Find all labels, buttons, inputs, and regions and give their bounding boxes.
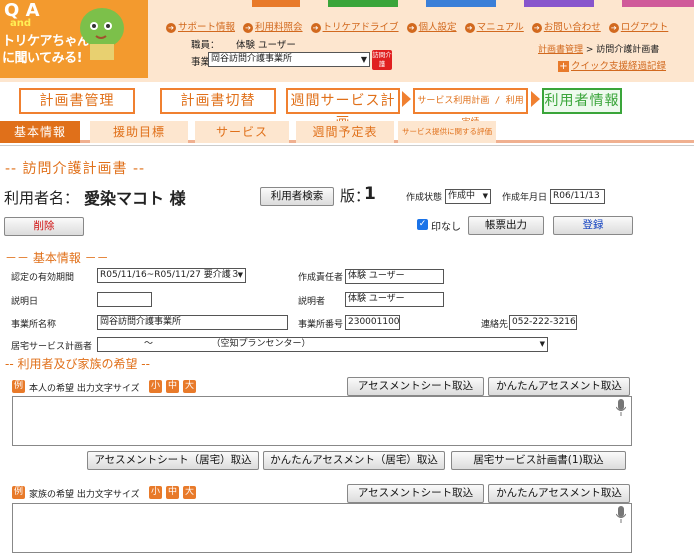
contact-label: 連絡先 xyxy=(481,320,509,330)
assessment-import-button[interactable]: アセスメントシート取込 xyxy=(347,484,484,503)
weekly-plan-button[interactable]: 週間サービス計画 xyxy=(286,88,400,131)
tab-weekly[interactable]: 週間予定表 xyxy=(296,121,394,143)
version-value: 1 xyxy=(364,184,376,204)
header-color-bar xyxy=(150,0,694,7)
explain-date-input[interactable] xyxy=(97,292,152,307)
print-button[interactable]: 帳票出力 xyxy=(468,216,544,235)
user-name-label: 利用者名： xyxy=(4,189,80,207)
tab-basic[interactable]: 基本情報 xyxy=(0,121,80,143)
user-search-button[interactable]: 利用者検索 xyxy=(260,187,334,206)
size-large-button[interactable]: 大 xyxy=(183,486,196,499)
user-info-button[interactable]: 利用者情報 xyxy=(542,88,622,114)
qa-logo[interactable]: Q A and トリケアちゃん に聞いてみる! xyxy=(0,0,148,78)
explainer-input[interactable]: 体験 ユーザー xyxy=(345,292,444,307)
logo-and-text: and xyxy=(10,18,32,29)
date-label: 作成年月日 xyxy=(502,193,548,203)
explain-date-label: 説明日 xyxy=(11,297,39,307)
drive-link[interactable]: トリケアドライブ xyxy=(311,19,399,33)
size-medium-button[interactable]: 中 xyxy=(166,486,179,499)
manual-link[interactable]: マニュアル xyxy=(465,19,524,33)
quick-record-link[interactable]: クイック支援経過記録 xyxy=(558,58,666,72)
wishes-heading: -- 利用者及び家族の希望 -- xyxy=(5,357,150,371)
fee-link[interactable]: 利用料照会 xyxy=(243,19,303,33)
arrow-icon xyxy=(531,91,540,107)
period-select[interactable]: R05/11/16~R05/11/27 要介護３ xyxy=(97,268,246,283)
user-name: 愛染マコト 様 xyxy=(84,189,186,208)
usage-plan-button[interactable]: サービス利用計画 / 利用実績 xyxy=(413,88,528,128)
top-links: サポート情報 利用料照会 トリケアドライブ 個人設定 マニュアル お問い合わせ … xyxy=(166,19,668,33)
plan-mgmt-button[interactable]: 計画書管理 xyxy=(19,88,135,114)
creator-input[interactable]: 体験 ユーザー xyxy=(345,269,444,284)
status-select[interactable]: 作成中 xyxy=(445,189,491,204)
office-name-label: 事業所名称 xyxy=(11,320,57,330)
no-seal-checkbox[interactable]: ✓ xyxy=(417,219,428,230)
contact-input[interactable]: 052-222-3216 xyxy=(509,315,577,330)
office-no-input[interactable]: 2300011002 xyxy=(345,315,400,330)
period-label: 認定の有効期間 xyxy=(11,273,75,283)
date-input[interactable]: R06/11/13 xyxy=(550,189,605,204)
self-wish-label: 本人の希望 出力文字サイズ xyxy=(29,384,140,394)
family-wish-label: 家族の希望 出力文字サイズ xyxy=(29,490,140,500)
divider xyxy=(0,145,694,146)
tab-goals[interactable]: 援助目標 xyxy=(90,121,188,143)
home-plan-import-button[interactable]: 居宅サービス計画書(1)取込 xyxy=(451,451,626,470)
delete-button[interactable]: 削除 xyxy=(4,217,84,236)
tab-service[interactable]: サービス xyxy=(195,121,289,143)
family-wish-textarea[interactable] xyxy=(12,503,632,553)
size-large-button[interactable]: 大 xyxy=(183,380,196,393)
easy-assessment-import-button[interactable]: かんたんアセスメント取込 xyxy=(488,484,630,503)
assessment-home-import-button[interactable]: アセスメントシート（居宅）取込 xyxy=(87,451,259,470)
status-label: 作成状態 xyxy=(406,193,443,203)
office-select[interactable]: 岡谷訪問介護事業所 xyxy=(208,52,370,67)
office-no-label: 事業所番号 xyxy=(298,320,344,330)
basic-info-heading: －－ 基本情報 －－ xyxy=(5,251,109,265)
tab-evaluation[interactable]: サービス提供に関する評価 xyxy=(398,121,496,143)
easy-assessment-home-import-button[interactable]: かんたんアセスメント（居宅）取込 xyxy=(263,451,445,470)
creator-label: 作成責任者 xyxy=(298,273,344,283)
breadcrumb-plan-mgmt[interactable]: 計画書管理 xyxy=(538,45,583,55)
breadcrumb: 計画書管理 > 訪問介護計画書 xyxy=(538,45,660,55)
care-plan-label: 居宅サービス計画者 xyxy=(11,342,93,352)
explainer-label: 説明者 xyxy=(298,297,326,307)
settings-link[interactable]: 個人設定 xyxy=(407,19,457,33)
mascot-icon xyxy=(80,8,124,60)
size-medium-button[interactable]: 中 xyxy=(166,380,179,393)
office-name-input[interactable]: 岡谷訪問介護事業所 xyxy=(97,315,288,330)
example-icon[interactable]: 例 xyxy=(12,486,25,499)
example-icon[interactable]: 例 xyxy=(12,380,25,393)
no-seal-label: 印なし xyxy=(431,222,461,233)
assessment-import-button[interactable]: アセスメントシート取込 xyxy=(347,377,484,396)
contact-link[interactable]: お問い合わせ xyxy=(532,19,601,33)
staff-label: 職員： xyxy=(191,40,220,51)
easy-assessment-import-button[interactable]: かんたんアセスメント取込 xyxy=(488,377,630,396)
staff-value: 体験 ユーザー xyxy=(236,40,296,51)
size-small-button[interactable]: 小 xyxy=(149,486,162,499)
register-button[interactable]: 登録 xyxy=(553,216,633,235)
support-link[interactable]: サポート情報 xyxy=(166,19,235,33)
microphone-icon[interactable] xyxy=(616,399,626,417)
arrow-icon xyxy=(402,91,411,107)
breadcrumb-current: 訪問介護計画書 xyxy=(596,45,660,55)
logout-link[interactable]: ログアウト xyxy=(609,19,669,33)
microphone-icon[interactable] xyxy=(616,506,626,524)
size-small-button[interactable]: 小 xyxy=(149,380,162,393)
office-type-badge: 訪問介護 xyxy=(372,50,392,70)
self-wish-textarea[interactable] xyxy=(12,396,632,446)
page-title: -- 訪問介護計画書 -- xyxy=(5,161,146,177)
plan-switch-button[interactable]: 計画書切替 xyxy=(160,88,276,114)
care-plan-select[interactable]: ～ （空知プランセンター） xyxy=(97,337,548,352)
